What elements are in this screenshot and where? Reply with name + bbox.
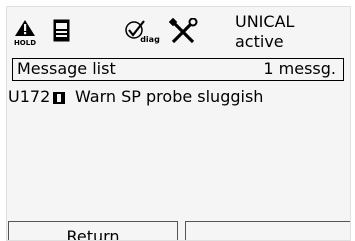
- list-item[interactable]: U172 Warn SP probe sluggish: [7, 87, 350, 109]
- hold-label: HOLD: [14, 39, 36, 47]
- hold-icon: HOLD: [14, 19, 36, 47]
- message-list: U172 Warn SP probe sluggish: [7, 87, 350, 109]
- right-softkey[interactable]: [185, 221, 350, 240]
- return-button-label: Return: [66, 227, 120, 241]
- message-list-header: Message list 1 messg.: [12, 58, 344, 81]
- sensor-card-icon: [53, 19, 71, 43]
- softkey-bar: Return: [7, 221, 350, 241]
- diag-label: diag: [140, 35, 160, 44]
- diag-icon: diag: [123, 19, 163, 47]
- message-count: 1 messg.: [263, 59, 336, 78]
- status-mode: UNICAL: [235, 12, 295, 31]
- message-list-title: Message list: [17, 59, 116, 78]
- info-icon: [53, 92, 65, 104]
- message-text: Warn SP probe sluggish: [75, 87, 264, 106]
- calibration-status: UNICAL active: [235, 12, 294, 52]
- status-state: active: [235, 32, 284, 51]
- tools-icon: [168, 17, 199, 46]
- return-button[interactable]: Return: [8, 221, 178, 241]
- status-header: HOLD diag UNICAL active: [7, 7, 350, 57]
- device-display: HOLD diag UNICAL active Message list 1 m…: [6, 6, 351, 241]
- message-code: U172: [8, 87, 51, 106]
